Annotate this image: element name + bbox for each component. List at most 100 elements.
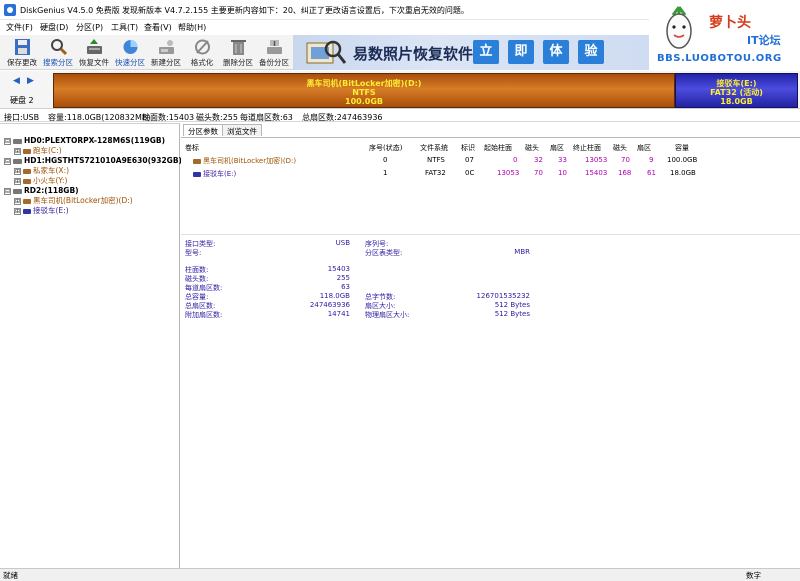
format-button[interactable]: 格式化 bbox=[184, 35, 220, 70]
expand-icon[interactable]: ⊞ bbox=[14, 167, 21, 175]
expand-icon[interactable]: ⊞ bbox=[14, 147, 21, 155]
col-header-label[interactable]: 卷标 bbox=[185, 143, 199, 153]
tree-part-d[interactable]: ⊞ 黑车司机(BitLocker加密)(D:) bbox=[14, 196, 133, 206]
col-header-start-head[interactable]: 磁头 bbox=[525, 143, 539, 153]
status-numlock: 数字 bbox=[746, 571, 761, 580]
menu-tools[interactable]: 工具(T) bbox=[111, 22, 138, 33]
disk-icon bbox=[13, 158, 22, 164]
row-start-sec: 33 bbox=[558, 156, 567, 164]
tab-divider bbox=[181, 137, 800, 138]
col-header-capacity[interactable]: 容量 bbox=[675, 143, 689, 153]
partition-icon bbox=[23, 208, 31, 214]
row-id: 0C bbox=[465, 169, 475, 177]
menu-help[interactable]: 帮助(H) bbox=[178, 22, 206, 33]
new-partition-button[interactable]: 新建分区 bbox=[148, 35, 184, 70]
expand-icon[interactable]: ⊞ bbox=[14, 207, 21, 215]
prop-extra-sectors-label: 附加扇区数: bbox=[185, 311, 223, 319]
tree-part-c[interactable]: ⊞ 跑车(C:) bbox=[14, 146, 62, 156]
info-interface: 接口:USB bbox=[4, 113, 40, 122]
info-capacity: 容量:118.0GB(120832MB) bbox=[48, 113, 151, 122]
delete-partition-button[interactable]: 删除分区 bbox=[220, 35, 256, 70]
tree-part-e[interactable]: ⊞ 接驳车(E:) bbox=[14, 206, 69, 216]
partition-block-d[interactable]: 黑车司机(BitLocker加密)(D:) NTFS 100.0GB bbox=[53, 73, 675, 108]
row-end-head: 70 bbox=[621, 156, 630, 164]
col-header-start-cyl[interactable]: 起始柱面 bbox=[484, 143, 512, 153]
tree-part-y[interactable]: ⊞ 小火车(Y:) bbox=[14, 176, 67, 186]
expand-icon[interactable]: ⊞ bbox=[14, 197, 21, 205]
tree-disk-rd2[interactable]: ⊟ RD2:(118GB) bbox=[4, 186, 79, 196]
row-end-cyl: 13053 bbox=[585, 156, 608, 164]
col-header-end-cyl[interactable]: 终止柱面 bbox=[573, 143, 601, 153]
info-cylinders: 柱面数:15403 bbox=[142, 113, 195, 122]
save-icon bbox=[15, 39, 30, 55]
save-changes-label: 保存更改 bbox=[7, 58, 37, 67]
prev-disk-arrow-icon[interactable]: ◀ bbox=[13, 76, 21, 86]
search-partition-label: 搜索分区 bbox=[43, 58, 73, 67]
collapse-icon[interactable]: ⊟ bbox=[4, 157, 11, 165]
expand-icon[interactable]: ⊞ bbox=[14, 177, 21, 185]
menu-partition[interactable]: 分区(P) bbox=[76, 22, 103, 33]
backup-partition-button[interactable]: 备份分区 bbox=[256, 35, 292, 70]
prop-heads-value: 255 bbox=[336, 274, 350, 282]
partition-icon bbox=[23, 148, 31, 154]
prop-phys-sector-value: 512 Bytes bbox=[494, 310, 530, 318]
col-header-index[interactable]: 序号(状态) bbox=[369, 143, 402, 153]
menu-view[interactable]: 查看(V) bbox=[144, 22, 172, 33]
search-partition-icon bbox=[51, 39, 67, 56]
col-header-fs[interactable]: 文件系统 bbox=[420, 143, 448, 153]
backup-partition-icon bbox=[267, 40, 282, 54]
col-header-start-sec[interactable]: 扇区 bbox=[550, 143, 564, 153]
row-id: 07 bbox=[465, 156, 474, 164]
partition-icon bbox=[193, 158, 201, 164]
partition-block-e[interactable]: 接驳车(E:) FAT32 (活动) 18.0GB bbox=[675, 73, 798, 108]
partition-block-e-fs: FAT32 (活动) bbox=[710, 88, 763, 97]
collapse-icon[interactable]: ⊟ bbox=[4, 187, 11, 195]
new-partition-label: 新建分区 bbox=[151, 58, 181, 67]
collapse-icon[interactable]: ⊟ bbox=[4, 137, 11, 145]
search-partition-button[interactable]: 搜索分区 bbox=[40, 35, 76, 70]
row-index: 1 bbox=[383, 169, 388, 177]
disk-label: 硬盘 2 bbox=[10, 96, 34, 105]
row-start-head: 32 bbox=[534, 156, 543, 164]
next-disk-arrow-icon[interactable]: ▶ bbox=[27, 76, 35, 86]
prop-spt-value: 63 bbox=[341, 283, 350, 291]
tab-browse-files[interactable]: 浏览文件 bbox=[222, 124, 262, 136]
tree-part-x-label: 私家车(X:) bbox=[33, 166, 70, 175]
col-header-end-sec[interactable]: 扇区 bbox=[637, 143, 651, 153]
col-header-id[interactable]: 标识 bbox=[461, 143, 475, 153]
prop-cylinders-value: 15403 bbox=[327, 265, 350, 273]
ad-char-3: 体 bbox=[543, 40, 569, 64]
tab-partition-params[interactable]: 分区参数 bbox=[183, 124, 223, 136]
tree-part-x[interactable]: ⊞ 私家车(X:) bbox=[14, 166, 69, 176]
delete-partition-icon bbox=[231, 40, 246, 55]
partition-icon bbox=[23, 198, 31, 204]
row-end-head: 168 bbox=[618, 169, 632, 177]
delete-partition-label: 删除分区 bbox=[223, 58, 253, 67]
photo-recovery-icon bbox=[306, 40, 347, 64]
prop-extra-sectors-value: 14741 bbox=[327, 310, 350, 318]
tree-disk-hd0[interactable]: ⊟ HD0:PLEXTORPX-128M6S(119GB) bbox=[4, 136, 165, 146]
info-heads: 磁头数:255 bbox=[196, 113, 238, 122]
row-start-head: 70 bbox=[534, 169, 543, 177]
partition-block-d-name: 黑车司机(BitLocker加密)(D:) bbox=[306, 79, 422, 88]
row-start-sec: 10 bbox=[558, 169, 567, 177]
save-changes-button[interactable]: 保存更改 bbox=[4, 35, 40, 70]
partition-icon bbox=[193, 171, 201, 177]
prop-total-bytes-value: 126701535232 bbox=[476, 292, 530, 300]
col-header-end-head[interactable]: 磁头 bbox=[613, 143, 627, 153]
quick-partition-button[interactable]: 快速分区 bbox=[112, 35, 148, 70]
disk-icon bbox=[13, 188, 22, 194]
recover-files-button[interactable]: 恢复文件 bbox=[76, 35, 112, 70]
prop-partition-table-label: 分区表类型: bbox=[365, 249, 403, 257]
row-start-cyl: 13053 bbox=[497, 169, 520, 177]
ad-banner[interactable]: 易数照片恢复软件 立 即 体 验 bbox=[293, 35, 649, 70]
tree-part-c-label: 跑车(C:) bbox=[33, 146, 62, 155]
update-notice[interactable]: 发现新版本 V4.7.2.155 主要更新内容如下：20、纠正了更改语言设置后，… bbox=[122, 5, 469, 16]
tree-disk-hd1[interactable]: ⊟ HD1:HGSTHTS721010A9E630(932GB) bbox=[4, 156, 182, 166]
logo-subtitle: IT论坛 bbox=[747, 34, 781, 47]
partition-icon bbox=[23, 168, 31, 174]
prop-phys-sector-label: 物理扇区大小: bbox=[365, 311, 410, 319]
menu-disk[interactable]: 硬盘(D) bbox=[40, 22, 68, 33]
menu-file[interactable]: 文件(F) bbox=[6, 22, 33, 33]
partition-block-e-size: 18.0GB bbox=[720, 97, 753, 106]
